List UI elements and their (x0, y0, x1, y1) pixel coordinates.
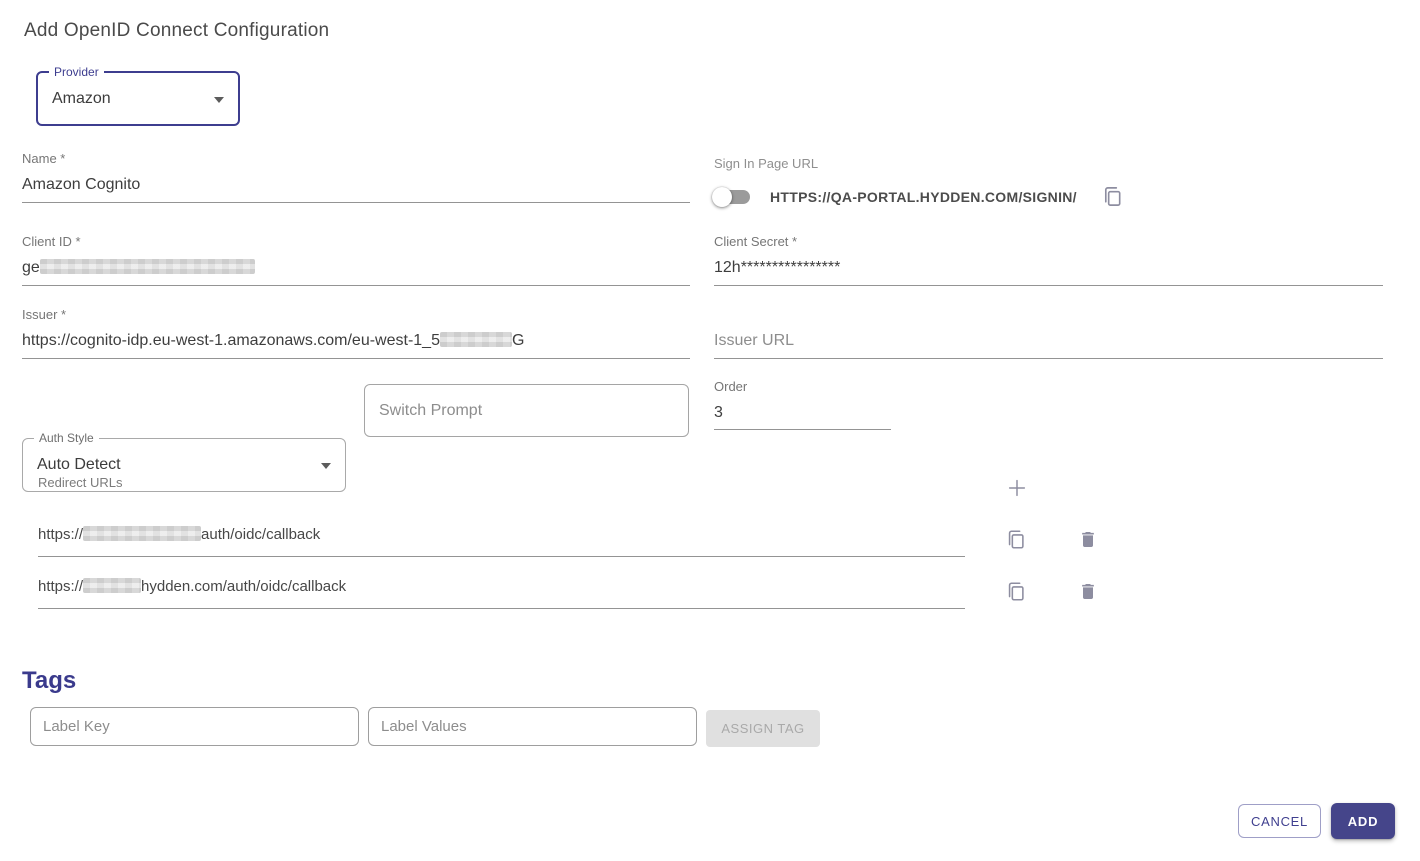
delete-redirect-url-button[interactable] (1078, 581, 1098, 602)
provider-value: Amazon (52, 90, 111, 108)
add-redirect-url-button[interactable] (1006, 477, 1028, 499)
assign-tag-button[interactable]: ASSIGN TAG (706, 710, 820, 747)
client-id-value: ge (22, 257, 690, 285)
chevron-down-icon (214, 97, 224, 103)
redirect-url-value: https://hydden.com/auth/oidc/callback (38, 576, 965, 598)
redirect-url-row[interactable]: https://auth/oidc/callback (38, 524, 965, 557)
auth-style-label: Auth Style (34, 431, 99, 445)
auth-style-value: Auto Detect (37, 456, 121, 474)
issuer-field[interactable]: Issuer * https://cognito-idp.eu-west-1.a… (22, 307, 690, 359)
signin-url-value: HTTPS://QA-PORTAL.HYDDEN.COM/SIGNIN/ (770, 189, 1077, 205)
copy-icon (1101, 183, 1124, 210)
client-id-label: Client ID * (22, 234, 690, 250)
signin-url-label: Sign In Page URL (714, 156, 818, 172)
page-title: Add OpenID Connect Configuration (24, 20, 329, 42)
add-oidc-config-page: Add OpenID Connect Configuration Provide… (0, 0, 1420, 861)
client-id-field[interactable]: Client ID * ge (22, 234, 690, 286)
switch-prompt-input[interactable] (364, 384, 689, 437)
label-key-input[interactable] (30, 707, 359, 746)
chevron-down-icon (321, 463, 331, 469)
client-secret-label: Client Secret * (714, 234, 1383, 250)
trash-icon (1078, 529, 1098, 550)
cancel-button[interactable]: CANCEL (1238, 804, 1321, 838)
provider-select[interactable]: Provider Amazon (36, 71, 240, 126)
label-values-input[interactable] (368, 707, 697, 746)
issuer-url-field (714, 330, 1383, 359)
trash-icon (1078, 581, 1098, 602)
copy-icon (1005, 527, 1027, 552)
copy-icon (1005, 579, 1027, 604)
issuer-url-input[interactable] (714, 330, 1383, 358)
signin-url-toggle[interactable] (712, 187, 752, 207)
copy-redirect-url-button[interactable] (1005, 579, 1027, 604)
client-secret-field[interactable]: Client Secret * 12h**************** (714, 234, 1383, 286)
order-field[interactable]: Order 3 (714, 379, 891, 430)
redacted-issuer-part (440, 332, 512, 347)
redirect-url-row[interactable]: https://hydden.com/auth/oidc/callback (38, 576, 965, 609)
add-button[interactable]: ADD (1331, 803, 1395, 839)
tags-heading: Tags (22, 667, 76, 695)
redacted-url-part (83, 578, 141, 593)
redirect-urls-label: Redirect URLs (38, 475, 123, 490)
redirect-url-value: https://auth/oidc/callback (38, 524, 965, 546)
name-field[interactable]: Name * Amazon Cognito (22, 151, 690, 203)
toggle-knob (712, 187, 732, 207)
redacted-url-part (83, 526, 201, 541)
delete-redirect-url-button[interactable] (1078, 529, 1098, 550)
order-label: Order (714, 379, 891, 395)
issuer-label: Issuer * (22, 307, 690, 323)
name-value: Amazon Cognito (22, 174, 690, 202)
order-value: 3 (714, 402, 891, 429)
copy-redirect-url-button[interactable] (1005, 527, 1027, 552)
copy-signin-url-button[interactable] (1101, 183, 1124, 210)
client-secret-value: 12h**************** (714, 257, 1383, 285)
redacted-client-id (40, 259, 255, 274)
provider-label: Provider (49, 65, 104, 79)
name-label: Name * (22, 151, 690, 167)
issuer-value: https://cognito-idp.eu-west-1.amazonaws.… (22, 330, 690, 358)
plus-icon (1006, 477, 1028, 499)
